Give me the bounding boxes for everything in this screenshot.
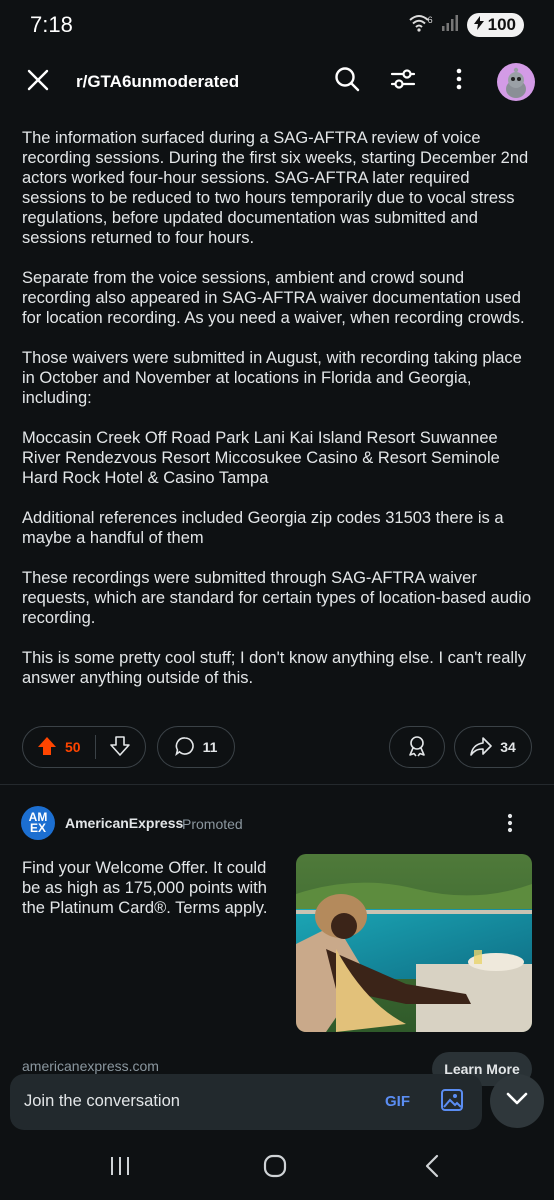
scroll-down-button[interactable]	[490, 1074, 544, 1128]
recents-icon	[109, 1156, 131, 1181]
ad-domain[interactable]: americanexpress.com	[22, 1058, 159, 1074]
back-icon	[425, 1154, 439, 1183]
share-icon	[470, 736, 493, 759]
system-nav-bar	[0, 1136, 554, 1200]
feed-divider	[0, 784, 554, 785]
post-paragraph: The information surfaced during a SAG-AF…	[22, 129, 529, 247]
post-body: The information surfaced during a SAG-AF…	[22, 128, 534, 708]
share-count: 34	[500, 739, 516, 755]
more-vertical-icon	[507, 813, 513, 838]
upvote-button[interactable]	[37, 736, 57, 759]
vote-count: 50	[65, 739, 81, 755]
wifi-icon	[408, 14, 430, 37]
chevron-down-icon	[506, 1092, 528, 1111]
post-action-bar: 50 11 34	[22, 726, 532, 768]
vote-divider	[94, 735, 96, 759]
award-button[interactable]	[389, 726, 445, 768]
ad-image[interactable]	[296, 854, 532, 1032]
award-icon	[407, 735, 427, 760]
image-icon	[440, 1088, 464, 1117]
recents-button[interactable]	[100, 1152, 140, 1184]
close-button[interactable]	[20, 64, 56, 100]
signal-icon	[441, 14, 459, 36]
status-bar: 7:18 6 100	[0, 0, 554, 50]
comment-count: 11	[202, 739, 218, 755]
home-button[interactable]	[255, 1152, 295, 1184]
wifi-label: 6	[427, 15, 433, 25]
share-button[interactable]: 34	[454, 726, 532, 768]
post-paragraph: Moccasin Creek Off Road Park Lani Kai Is…	[22, 429, 500, 487]
post-paragraph: Separate from the voice sessions, ambien…	[22, 269, 525, 327]
comments-button[interactable]: 11	[157, 726, 235, 768]
status-time: 7:18	[30, 12, 73, 37]
search-button[interactable]	[328, 62, 366, 100]
home-icon	[263, 1154, 287, 1183]
gif-button[interactable]: GIF	[385, 1093, 410, 1110]
ad-more-options-button[interactable]	[495, 810, 525, 840]
comment-input[interactable]: Join the conversation	[24, 1092, 180, 1111]
advertiser-logo[interactable]: AM EX	[21, 806, 55, 840]
close-icon	[27, 69, 49, 96]
vote-control: 50	[22, 726, 146, 768]
filter-icon	[390, 66, 416, 97]
app-header: r/GTA6unmoderated	[0, 50, 554, 114]
downvote-button[interactable]	[109, 735, 130, 759]
advertiser-name[interactable]: AmericanExpress	[65, 815, 183, 831]
battery-level: 100	[487, 15, 516, 34]
post-paragraph: These recordings were submitted through …	[22, 569, 532, 627]
avatar[interactable]	[497, 63, 535, 101]
post-paragraph: This is some pretty cool stuff; I don't …	[22, 649, 526, 687]
battery-charging-icon	[473, 15, 485, 35]
advertiser-logo-text: AM EX	[28, 810, 48, 835]
back-button[interactable]	[412, 1152, 452, 1184]
comment-composer[interactable]: Join the conversation GIF	[10, 1074, 482, 1130]
subreddit-title[interactable]: r/GTA6unmoderated	[76, 72, 239, 92]
search-icon	[334, 66, 360, 97]
filter-button[interactable]	[384, 62, 422, 100]
more-options-button[interactable]	[440, 62, 478, 100]
comment-icon	[174, 736, 195, 759]
ad-text: Find your Welcome Offer. It could be as …	[22, 859, 268, 917]
post-paragraph: Those waivers were submitted in August, …	[22, 349, 522, 407]
post-paragraph: Additional references included Georgia z…	[22, 509, 504, 547]
image-upload-button[interactable]	[438, 1088, 466, 1116]
more-vertical-icon	[456, 68, 462, 95]
promoted-label: Promoted	[182, 816, 243, 832]
status-icons: 6 100	[408, 13, 524, 37]
battery-indicator: 100	[466, 13, 524, 37]
